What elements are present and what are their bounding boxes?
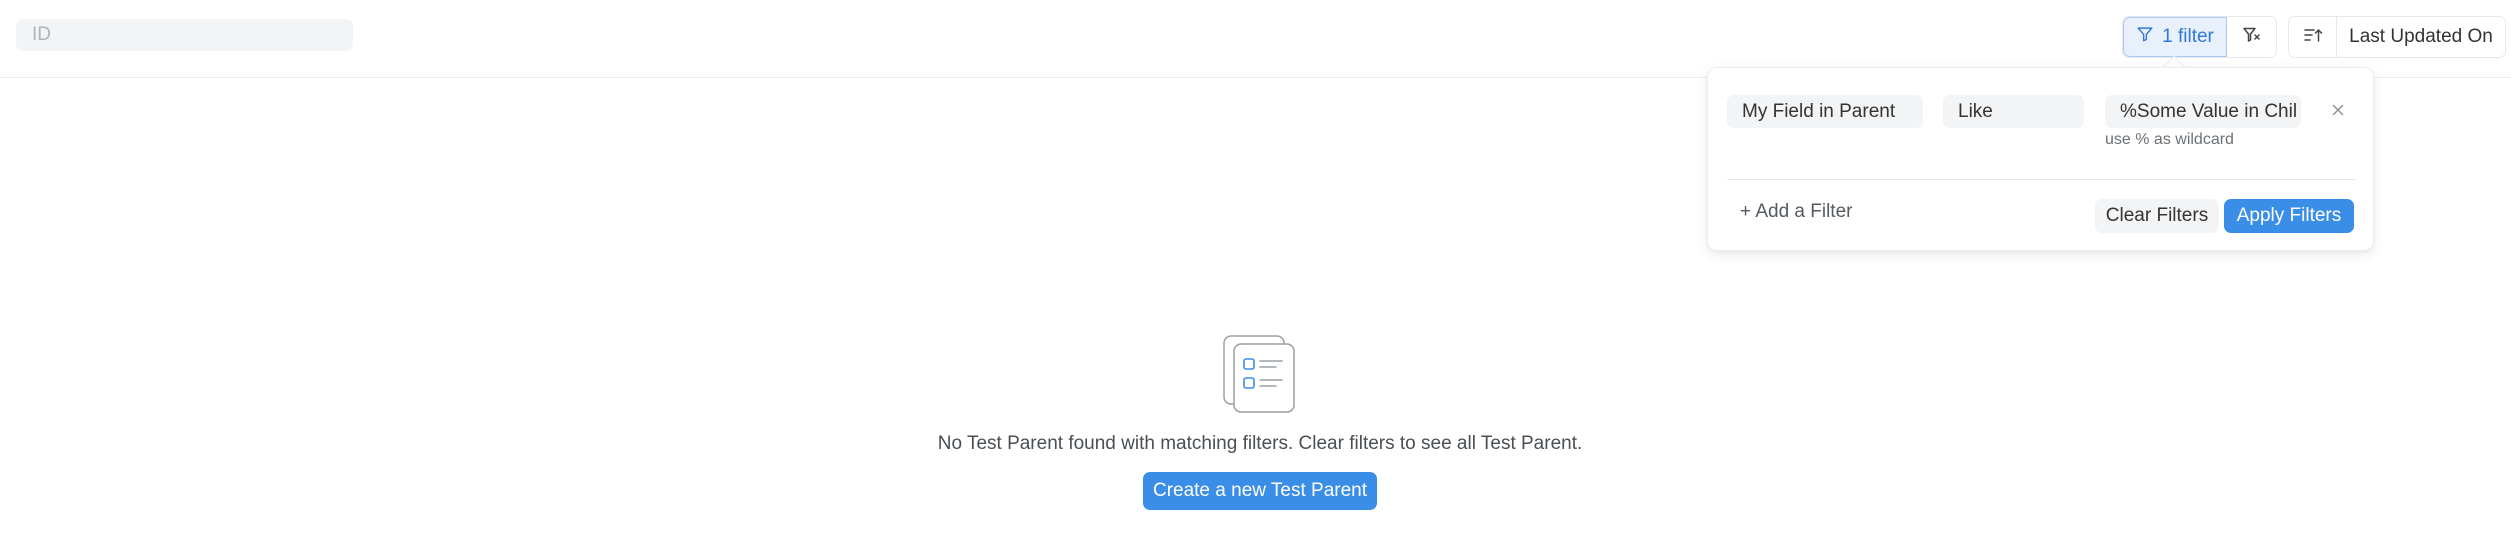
- sort-button-group: Last Updated On: [2288, 16, 2506, 58]
- filter-button[interactable]: 1 filter: [2123, 17, 2227, 57]
- close-icon: [2332, 103, 2344, 121]
- sort-ascending-icon: [2302, 24, 2324, 51]
- wildcard-hint: use % as wildcard: [2105, 131, 2234, 148]
- funnel-icon: [2136, 25, 2154, 49]
- clear-filters-icon-button[interactable]: [2227, 17, 2276, 57]
- filter-button-label: 1 filter: [2162, 26, 2214, 47]
- add-filter-button[interactable]: + Add a Filter: [1740, 201, 1852, 223]
- filter-field-select[interactable]: My Field in Parent: [1727, 95, 1923, 128]
- clear-filters-button[interactable]: Clear Filters: [2095, 199, 2219, 233]
- apply-filters-button[interactable]: Apply Filters: [2224, 199, 2354, 233]
- filter-popover: My Field in Parent Like %Some Value in C…: [1707, 67, 2374, 251]
- remove-filter-button[interactable]: [2328, 102, 2348, 122]
- sort-direction-button[interactable]: [2289, 17, 2337, 57]
- filter-value-input[interactable]: %Some Value in Chil: [2105, 95, 2301, 128]
- popover-divider: [1727, 179, 2355, 180]
- sort-field-button[interactable]: Last Updated On: [2337, 17, 2505, 57]
- funnel-x-icon: [2242, 25, 2262, 50]
- empty-state-message: No Test Parent found with matching filte…: [937, 433, 1583, 454]
- id-search-input[interactable]: [16, 19, 353, 51]
- list-document-icon: [1220, 332, 1300, 416]
- filter-button-group: 1 filter: [2122, 16, 2277, 58]
- filter-operator-select[interactable]: Like: [1943, 95, 2084, 128]
- create-record-button[interactable]: Create a new Test Parent: [1143, 472, 1377, 510]
